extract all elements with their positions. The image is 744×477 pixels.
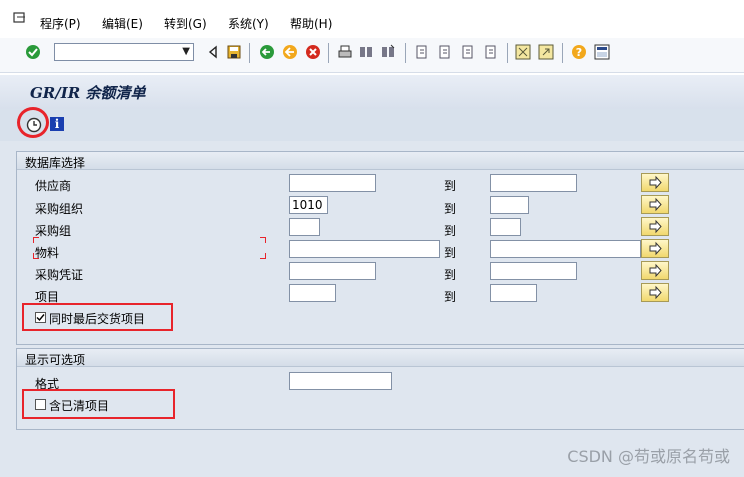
purch-org-label: 采购组织	[35, 202, 84, 216]
item-multiple-selection-button[interactable]	[641, 283, 669, 302]
checkmark-icon	[36, 314, 45, 322]
purch-group-to-input[interactable]	[490, 218, 521, 236]
material-multiple-selection-button[interactable]	[641, 239, 669, 258]
purch-org-from-input[interactable]: 1010	[289, 196, 328, 214]
to-label: 到	[444, 202, 457, 216]
title-bar: GR/IR 余额清单	[0, 75, 744, 109]
to-label: 到	[444, 290, 457, 304]
arrow-right-icon	[649, 175, 662, 190]
svg-text:?: ?	[576, 46, 582, 59]
check-icon[interactable]	[25, 44, 41, 60]
new-session-icon[interactable]	[515, 44, 531, 60]
execute-highlight	[17, 107, 49, 138]
to-label: 到	[444, 179, 457, 193]
find-icon[interactable]	[358, 44, 374, 60]
material-from-input[interactable]	[289, 240, 440, 258]
last-page-icon[interactable]	[483, 44, 499, 60]
selection-screen: 数据库选择 供应商 到 采购组织 1010 到 采购组 到 物料 到 采购凭证 …	[0, 141, 744, 477]
watermark: CSDN @苟或原名苟或	[567, 447, 730, 466]
application-toolbar: i	[0, 107, 744, 141]
arrow-right-icon	[649, 263, 662, 278]
purch-doc-to-input[interactable]	[490, 262, 577, 280]
material-label: 物料	[35, 246, 60, 260]
exit-icon[interactable]	[282, 44, 298, 60]
menu-edit[interactable]: 编辑(E)	[102, 15, 143, 32]
menu-goto[interactable]: 转到(G)	[164, 15, 207, 32]
menu-help[interactable]: 帮助(H)	[290, 15, 332, 32]
vendor-from-input[interactable]	[289, 174, 376, 192]
include-cleared-items-checkbox[interactable]	[35, 399, 46, 410]
command-field[interactable]: ▼	[54, 43, 194, 61]
arrow-right-icon	[649, 219, 662, 234]
print-icon[interactable]	[337, 44, 353, 60]
first-page-icon[interactable]	[414, 44, 430, 60]
arrow-right-icon	[649, 241, 662, 256]
group-title: 显示可选项	[25, 353, 86, 367]
menu-program[interactable]: 程序(P)	[40, 15, 81, 32]
back-triangle-icon[interactable]	[205, 44, 221, 60]
toolbar-separator	[507, 43, 508, 63]
find-next-icon[interactable]	[380, 44, 396, 60]
group-title: 数据库选择	[25, 156, 86, 170]
purch-doc-multiple-selection-button[interactable]	[641, 261, 669, 280]
purch-group-multiple-selection-button[interactable]	[641, 217, 669, 236]
group-header: 显示可选项	[17, 349, 744, 367]
purch-doc-label: 采购凭证	[35, 268, 84, 282]
standard-toolbar: ▼ ?	[0, 38, 744, 73]
last-delivery-item-checkbox[interactable]	[35, 312, 46, 323]
save-icon[interactable]	[226, 44, 242, 60]
purch-org-to-input[interactable]	[490, 196, 529, 214]
item-to-input[interactable]	[490, 284, 537, 302]
to-label: 到	[444, 268, 457, 282]
material-focus-brackets	[33, 237, 266, 259]
info-icon[interactable]: i	[50, 117, 64, 131]
shortcut-icon[interactable]	[538, 44, 554, 60]
vendor-to-input[interactable]	[490, 174, 577, 192]
group-header: 数据库选择	[17, 152, 744, 170]
arrow-right-icon	[649, 285, 662, 300]
vendor-label: 供应商	[35, 179, 72, 193]
toolbar-separator	[405, 43, 406, 63]
purch-doc-from-input[interactable]	[289, 262, 376, 280]
purch-group-from-input[interactable]	[289, 218, 320, 236]
database-selection-group: 数据库选择 供应商 到 采购组织 1010 到 采购组 到 物料 到 采购凭证 …	[16, 151, 744, 345]
display-options-group: 显示可选项 格式 含已清项目	[16, 348, 744, 430]
page-title: GR/IR 余额清单	[30, 84, 146, 102]
layout-input[interactable]	[289, 372, 392, 390]
toolbar-separator	[328, 43, 329, 63]
prev-page-icon[interactable]	[437, 44, 453, 60]
to-label: 到	[444, 224, 457, 238]
purch-org-multiple-selection-button[interactable]	[641, 195, 669, 214]
include-cleared-items-label: 含已清项目	[49, 399, 110, 413]
next-page-icon[interactable]	[460, 44, 476, 60]
cancel-icon[interactable]	[305, 44, 321, 60]
to-label: 到	[444, 246, 457, 260]
item-from-input[interactable]	[289, 284, 336, 302]
toolbar-separator	[562, 43, 563, 63]
menu-system[interactable]: 系统(Y)	[228, 15, 269, 32]
window-menu-icon[interactable]	[13, 11, 27, 28]
toolbar-separator	[249, 43, 250, 63]
help-icon[interactable]: ?	[571, 44, 587, 60]
back-icon[interactable]	[259, 44, 275, 60]
layout-icon[interactable]	[594, 44, 610, 60]
menubar: 程序(P) 编辑(E) 转到(G) 系统(Y) 帮助(H)	[0, 0, 744, 38]
dropdown-icon[interactable]: ▼	[182, 46, 190, 57]
arrow-right-icon	[649, 197, 662, 212]
last-delivery-item-label: 同时最后交货项目	[49, 312, 146, 326]
material-to-input[interactable]	[490, 240, 641, 258]
vendor-multiple-selection-button[interactable]	[641, 173, 669, 192]
